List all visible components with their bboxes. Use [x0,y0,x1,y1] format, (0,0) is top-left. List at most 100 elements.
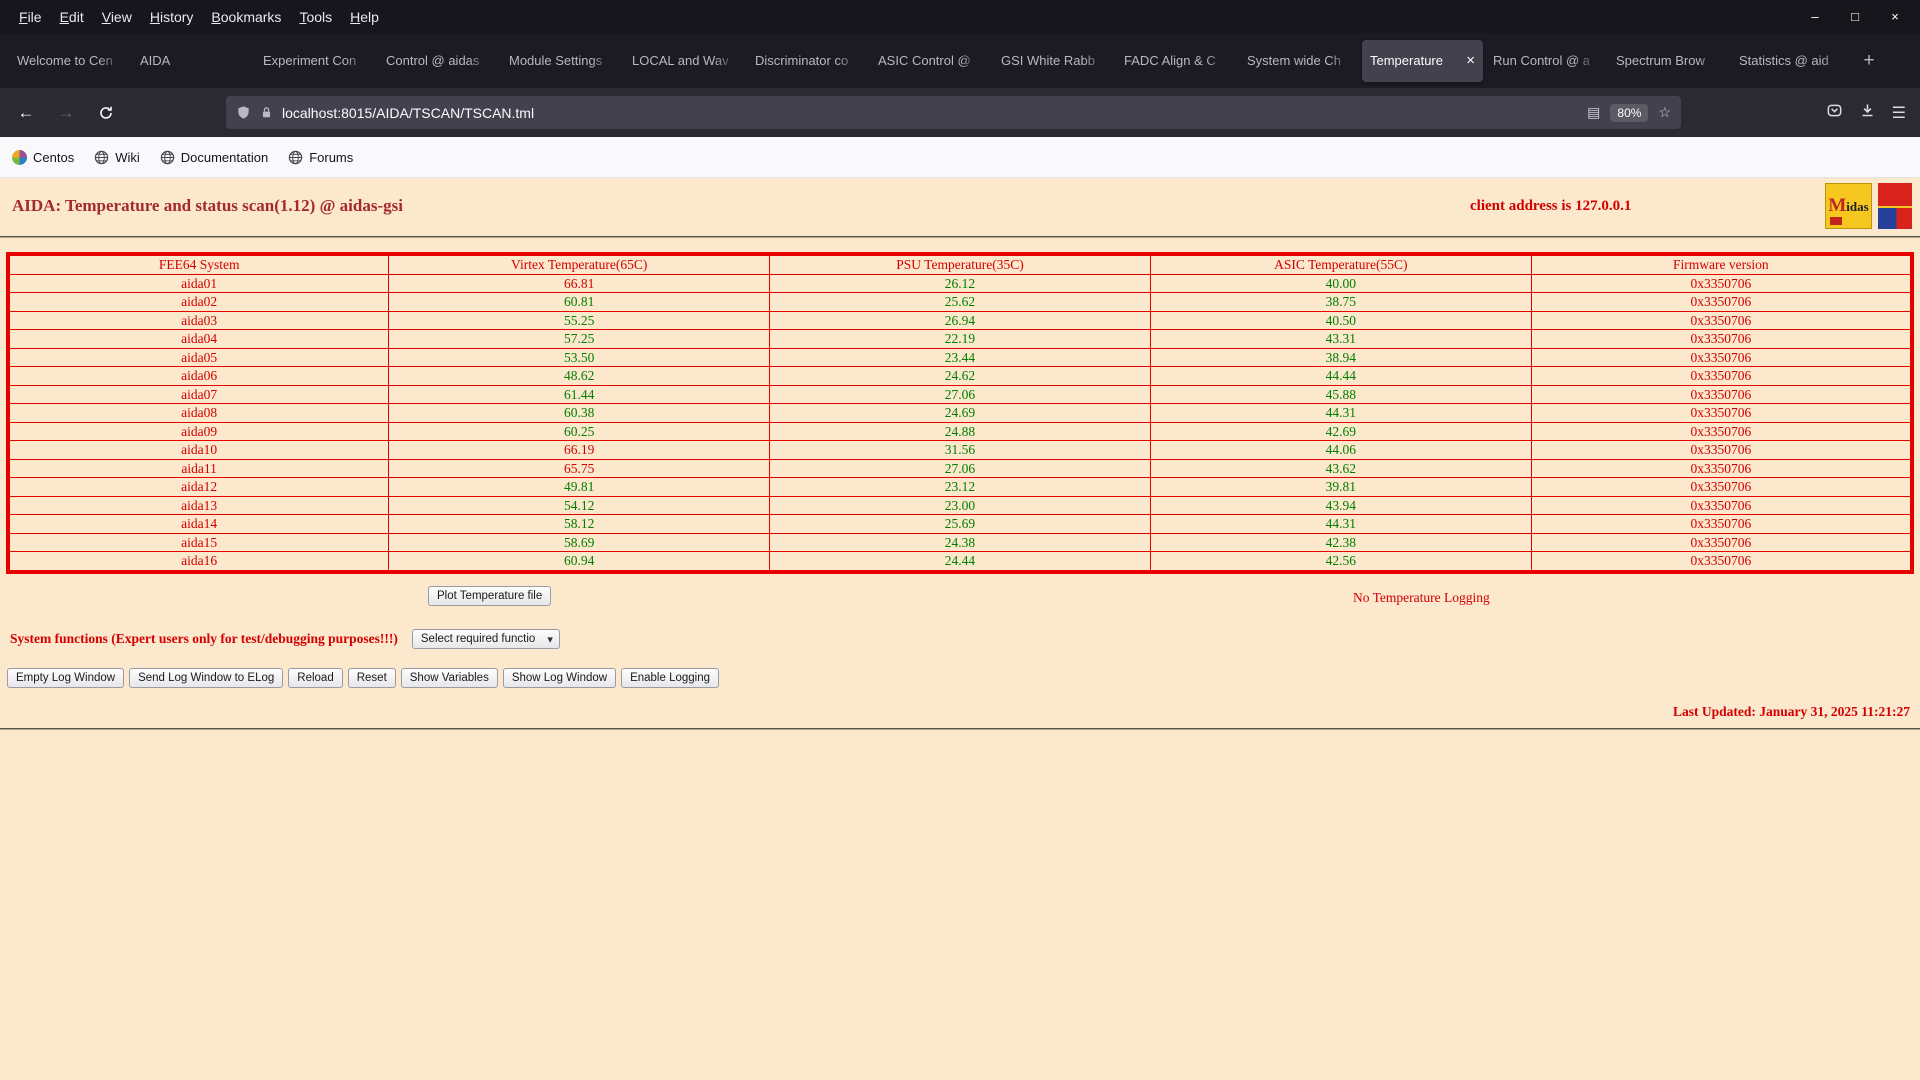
bookmark-label: Documentation [180,149,269,165]
midas-logo[interactable]: Midas [1825,183,1872,229]
bookmark-documentation[interactable]: Documentation [160,150,268,165]
table-cell: aida04 [7,329,390,349]
tab-spectrum-brow[interactable]: Spectrum Brow [1608,40,1729,82]
midas-logo-text: Midas [1828,195,1869,216]
table-cell: 61.44 [388,384,771,405]
pocket-icon[interactable] [1826,102,1843,124]
function-select[interactable]: Select required function [411,628,560,649]
bookmark-star-icon[interactable]: ☆ [1658,104,1671,121]
tab-label: Temperature [1370,53,1443,68]
tab-statistics-aid[interactable]: Statistics @ aid [1731,40,1852,82]
url-text[interactable]: localhost:8015/AIDA/TSCAN/TSCAN.tml [282,105,1579,121]
table-row-aida08: aida08 60.38 24.69 44.31 0x3350706 [7,403,1913,423]
lock-icon[interactable] [259,105,274,120]
table-cell: 40.50 [1149,310,1532,331]
show-variables-button[interactable]: Show Variables [400,667,498,688]
tab-label: Statistics @ aid [1739,53,1829,68]
top-divider [0,236,1920,238]
plot-temperature-button[interactable]: Plot Temperature file [428,585,552,606]
table-cell: aida14 [7,514,390,534]
menu-tools[interactable]: Tools [290,6,341,28]
table-row-aida14: aida14 58.12 25.69 44.31 0x3350706 [7,514,1913,534]
tab-asic-control[interactable]: ASIC Control @ [870,40,991,82]
tab-gsi-white-rabb[interactable]: GSI White Rabb [993,40,1114,82]
temperature-table: FEE64 System Virtex Temperature(65C) PSU T… [6,252,1914,574]
tab-fadc-align-c[interactable]: FADC Align & C [1116,40,1237,82]
tab-temperature[interactable]: Temperature × [1362,39,1483,82]
table-cell: 60.38 [388,403,771,423]
close-tab-icon[interactable]: × [1466,52,1475,69]
forward-icon[interactable]: → [50,97,82,129]
table-cell: 26.12 [769,273,1151,294]
reload-button[interactable]: Reload [288,667,343,688]
table-row-aida16: aida16 60.94 24.44 42.56 0x3350706 [7,551,1913,573]
url-bar[interactable]: localhost:8015/AIDA/TSCAN/TSCAN.tml ▤ 80… [226,96,1681,129]
show-log-window-button[interactable]: Show Log Window [502,667,617,688]
reader-mode-icon[interactable]: ▤ [1587,104,1600,121]
tab-run-control-a[interactable]: Run Control @ a [1485,40,1606,82]
tab-aida[interactable]: AIDA [132,40,253,82]
table-cell: 27.06 [769,384,1151,405]
institute-logo[interactable] [1878,183,1912,229]
tab-experiment-con[interactable]: Experiment Con [255,40,376,82]
table-cell: 58.12 [388,514,771,534]
reset-button[interactable]: Reset [347,667,396,688]
reload-icon[interactable] [90,97,122,129]
table-cell: 57.25 [388,329,771,349]
table-cell: 0x3350706 [1530,532,1913,553]
table-cell: 66.19 [388,440,771,460]
bookmark-label: Forums [309,149,354,165]
browser-window: File Edit View History Bookmarks Tools Help – □… [0,0,1920,1080]
institute-logo-bottom [1878,208,1912,229]
table-cell: aida07 [7,384,390,405]
column-header-firmware-version: Firmware version [1530,253,1913,275]
menu-edit[interactable]: Edit [51,6,93,28]
shield-icon[interactable] [236,105,251,120]
table-cell: 40.00 [1149,273,1532,294]
new-tab-button[interactable]: + [1853,45,1885,77]
table-cell: aida11 [7,458,390,479]
tab-welcome-to-cen[interactable]: Welcome to Cen [9,40,130,82]
zoom-level-badge[interactable]: 80% [1610,103,1649,122]
hamburger-menu-icon[interactable]: ☰ [1892,103,1906,123]
tab-label: ASIC Control @ [878,53,971,68]
table-cell: 0x3350706 [1530,421,1913,442]
menu-file[interactable]: File [10,6,51,28]
bookmark-centos[interactable]: Centos [12,149,74,165]
table-cell: 26.94 [769,310,1151,331]
table-row-aida05: aida05 53.50 23.44 38.94 0x3350706 [7,347,1913,368]
table-cell: aida01 [7,273,390,294]
table-cell: 42.56 [1149,551,1532,573]
close-icon[interactable]: × [1888,9,1902,24]
table-cell: 58.69 [388,532,771,553]
menu-bookmarks[interactable]: Bookmarks [202,6,290,28]
enable-logging-button[interactable]: Enable Logging [621,667,720,688]
tab-discriminator-co[interactable]: Discriminator co [747,40,868,82]
send-log-window-to-elog-button[interactable]: Send Log Window to ELog [129,667,284,688]
bookmark-wiki[interactable]: Wiki [94,150,140,165]
table-cell: 0x3350706 [1530,514,1913,534]
table-cell: aida05 [7,347,390,368]
table-cell: 44.31 [1149,403,1532,423]
table-cell: 38.75 [1149,292,1532,312]
back-icon[interactable]: ← [10,97,42,129]
empty-log-window-button[interactable]: Empty Log Window [7,667,125,688]
table-cell: 0x3350706 [1530,440,1913,460]
tab-local-and-wav[interactable]: LOCAL and Wav [624,40,745,82]
downloads-icon[interactable] [1859,102,1876,124]
table-cell: 0x3350706 [1530,477,1913,497]
maximize-icon[interactable]: □ [1848,9,1862,24]
tab-module-settings[interactable]: Module Settings [501,40,622,82]
table-row-aida10: aida10 66.19 31.56 44.06 0x3350706 [7,440,1913,460]
table-cell: 45.88 [1149,384,1532,405]
table-cell: 0x3350706 [1530,366,1913,386]
tab-label: Run Control @ a [1493,53,1591,68]
midas-logo-accent [1830,217,1842,225]
tab-control-aidas[interactable]: Control @ aidas [378,40,499,82]
menu-help[interactable]: Help [341,6,388,28]
tab-system-wide-ch[interactable]: System wide Ch [1239,40,1360,82]
bookmark-forums[interactable]: Forums [288,150,353,165]
menu-view[interactable]: View [93,6,141,28]
menu-history[interactable]: History [141,6,203,28]
minimize-icon[interactable]: – [1808,9,1822,24]
